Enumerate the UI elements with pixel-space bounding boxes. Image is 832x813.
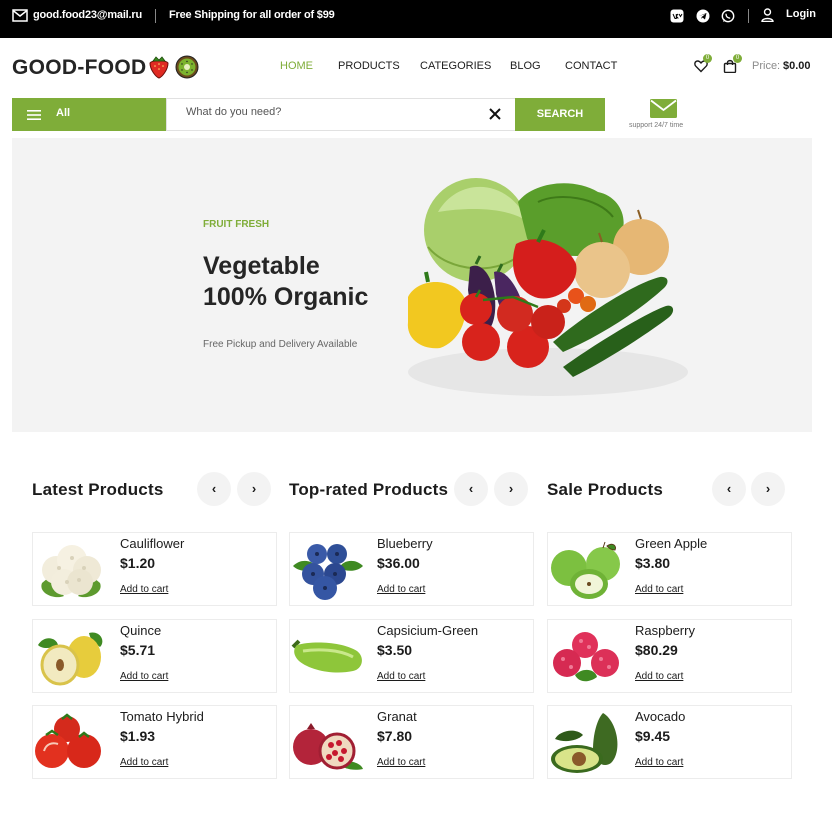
raspberry-image (553, 632, 619, 682)
product-price: $36.00 (377, 555, 420, 571)
wishlist-badge: 0 (703, 54, 712, 63)
product-name[interactable]: Blueberry (377, 536, 433, 551)
green-apple-image (551, 541, 620, 599)
contact-email[interactable]: good.food23@mail.ru (33, 9, 142, 21)
product-price: $80.29 (635, 642, 678, 658)
add-to-cart-link[interactable]: Add to cart (377, 671, 425, 682)
tomato-image (35, 713, 101, 768)
product-price: $1.93 (120, 728, 156, 744)
product-name[interactable]: Granat (377, 709, 417, 724)
product-price: $7.80 (377, 728, 413, 744)
product-name[interactable]: Capsicium-Green (377, 623, 478, 638)
kiwi-icon (175, 55, 199, 79)
avocado-image (551, 713, 618, 773)
support-text: support 24/7 time (629, 122, 684, 129)
user-icon[interactable] (761, 8, 774, 22)
next-arrow-button[interactable]: › (751, 472, 785, 506)
cart-badge: 0 (733, 54, 742, 63)
product-card[interactable]: Tomato Hybrid $1.93 Add to cart (32, 705, 277, 779)
hero-title-line: Vegetable (203, 252, 320, 280)
shipping-notice: Free Shipping for all order of $99 (169, 9, 335, 21)
strawberry-icon (149, 56, 169, 79)
nav-categories[interactable]: CATEGORIES (420, 60, 491, 72)
cart-price-value: $0.00 (783, 60, 811, 72)
product-card[interactable]: Capsicium-Green $3.50 Add to cart (289, 619, 534, 693)
nav-products[interactable]: PRODUCTS (338, 60, 400, 72)
search-button[interactable]: SEARCH (515, 98, 605, 131)
product-name[interactable]: Tomato Hybrid (120, 709, 204, 724)
envelope-icon (650, 99, 677, 118)
product-name[interactable]: Raspberry (635, 623, 695, 638)
vegetables-image (407, 178, 688, 396)
hero-title: Vegetable 100% Organic (203, 251, 368, 313)
product-card[interactable]: Cauliflower $1.20 Add to cart (32, 532, 277, 606)
product-name[interactable]: Avocado (635, 709, 685, 724)
vk-icon[interactable] (670, 9, 684, 23)
next-arrow-button[interactable]: › (494, 472, 528, 506)
top-bar: good.food23@mail.ru Free Shipping for al… (0, 0, 832, 38)
product-price: $3.80 (635, 555, 671, 571)
product-price: $5.71 (120, 642, 156, 658)
product-card[interactable]: Avocado $9.45 Add to cart (547, 705, 792, 779)
whatsapp-icon[interactable] (721, 9, 735, 23)
mail-icon (12, 9, 28, 22)
add-to-cart-link[interactable]: Add to cart (120, 584, 168, 595)
product-price: $1.20 (120, 555, 156, 571)
hero-kicker: FRUIT FRESH (203, 219, 270, 230)
nav-contact[interactable]: CONTACT (565, 60, 617, 72)
quince-image (38, 632, 103, 686)
product-name[interactable]: Cauliflower (120, 536, 184, 551)
telegram-icon[interactable] (696, 9, 710, 23)
search-input[interactable] (186, 106, 466, 118)
product-card[interactable]: Green Apple $3.80 Add to cart (547, 532, 792, 606)
add-to-cart-link[interactable]: Add to cart (635, 671, 683, 682)
product-card[interactable]: Blueberry $36.00 Add to cart (289, 532, 534, 606)
product-name[interactable]: Quince (120, 623, 161, 638)
site-logo[interactable]: GOOD-FOOD (12, 56, 147, 80)
green-pepper-image (291, 639, 362, 673)
blueberry-image (293, 544, 363, 600)
close-icon[interactable] (489, 108, 501, 120)
next-arrow-button[interactable]: › (237, 472, 271, 506)
prev-arrow-button[interactable]: ‹ (197, 472, 231, 506)
product-price: $9.45 (635, 728, 671, 744)
divider (155, 9, 156, 23)
prev-arrow-button[interactable]: ‹ (454, 472, 488, 506)
section-title-sale: Sale Products (547, 480, 663, 499)
nav-home[interactable]: HOME (280, 60, 313, 72)
login-link[interactable]: Login (786, 8, 816, 20)
nav-blog[interactable]: BLOG (510, 60, 541, 72)
add-to-cart-link[interactable]: Add to cart (377, 584, 425, 595)
section-title-latest: Latest Products (32, 480, 164, 499)
product-price: $3.50 (377, 642, 413, 658)
cart-price-label: Price: (752, 60, 781, 72)
add-to-cart-link[interactable]: Add to cart (635, 757, 683, 768)
product-name[interactable]: Green Apple (635, 536, 707, 551)
cauliflower-image (41, 545, 101, 598)
product-card[interactable]: Raspberry $80.29 Add to cart (547, 619, 792, 693)
menu-icon (27, 110, 41, 120)
pomegranate-image (293, 723, 363, 770)
product-card[interactable]: Quince $5.71 Add to cart (32, 619, 277, 693)
add-to-cart-link[interactable]: Add to cart (377, 757, 425, 768)
add-to-cart-link[interactable]: Add to cart (120, 671, 168, 682)
hero-subtitle: Free Pickup and Delivery Available (203, 339, 358, 350)
divider (748, 9, 749, 23)
prev-arrow-button[interactable]: ‹ (712, 472, 746, 506)
hero-title-line: 100% Organic (203, 283, 369, 311)
add-to-cart-link[interactable]: Add to cart (635, 584, 683, 595)
all-categories-label: All (56, 107, 71, 119)
add-to-cart-link[interactable]: Add to cart (120, 757, 168, 768)
product-card[interactable]: Granat $7.80 Add to cart (289, 705, 534, 779)
section-title-top-rated: Top-rated Products (289, 480, 449, 499)
